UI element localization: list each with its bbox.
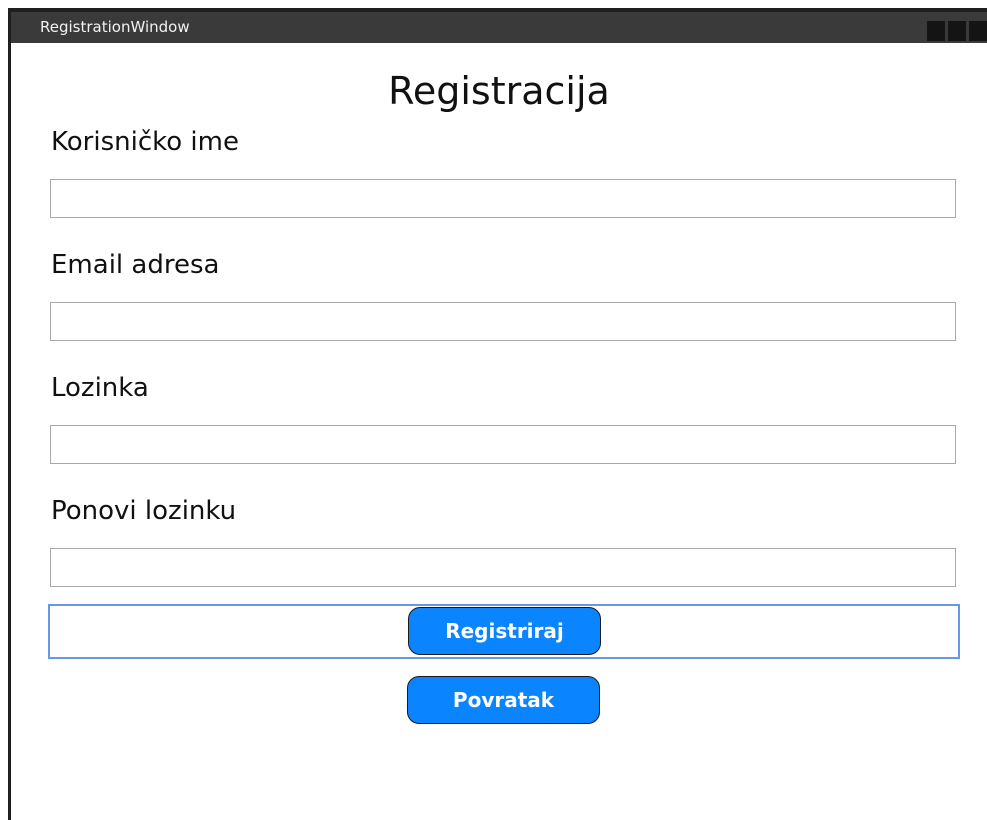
window-content: Registracija Korisničko ime Email adresa…	[11, 43, 987, 820]
page-title: Registracija	[388, 69, 610, 113]
register-button[interactable]: Registriraj	[408, 607, 601, 655]
password-input[interactable]	[50, 425, 956, 464]
repeat-password-input[interactable]	[50, 548, 956, 587]
registration-window: RegistrationWindow Registracija Korisnič…	[0, 0, 987, 820]
username-input[interactable]	[50, 179, 956, 218]
back-button[interactable]: Povratak	[407, 676, 600, 724]
repeat-password-label: Ponovi lozinku	[51, 496, 237, 526]
window-title: RegistrationWindow	[40, 18, 190, 36]
email-label: Email adresa	[51, 250, 220, 280]
focused-button-row: Registriraj	[48, 604, 960, 659]
window-controls	[927, 21, 987, 41]
password-label: Lozinka	[51, 373, 149, 403]
maximize-button[interactable]	[948, 21, 966, 41]
email-input[interactable]	[50, 302, 956, 341]
minimize-button[interactable]	[927, 21, 945, 41]
username-label: Korisničko ime	[51, 127, 239, 157]
title-bar[interactable]: RegistrationWindow	[11, 12, 987, 43]
close-button[interactable]	[969, 21, 987, 41]
